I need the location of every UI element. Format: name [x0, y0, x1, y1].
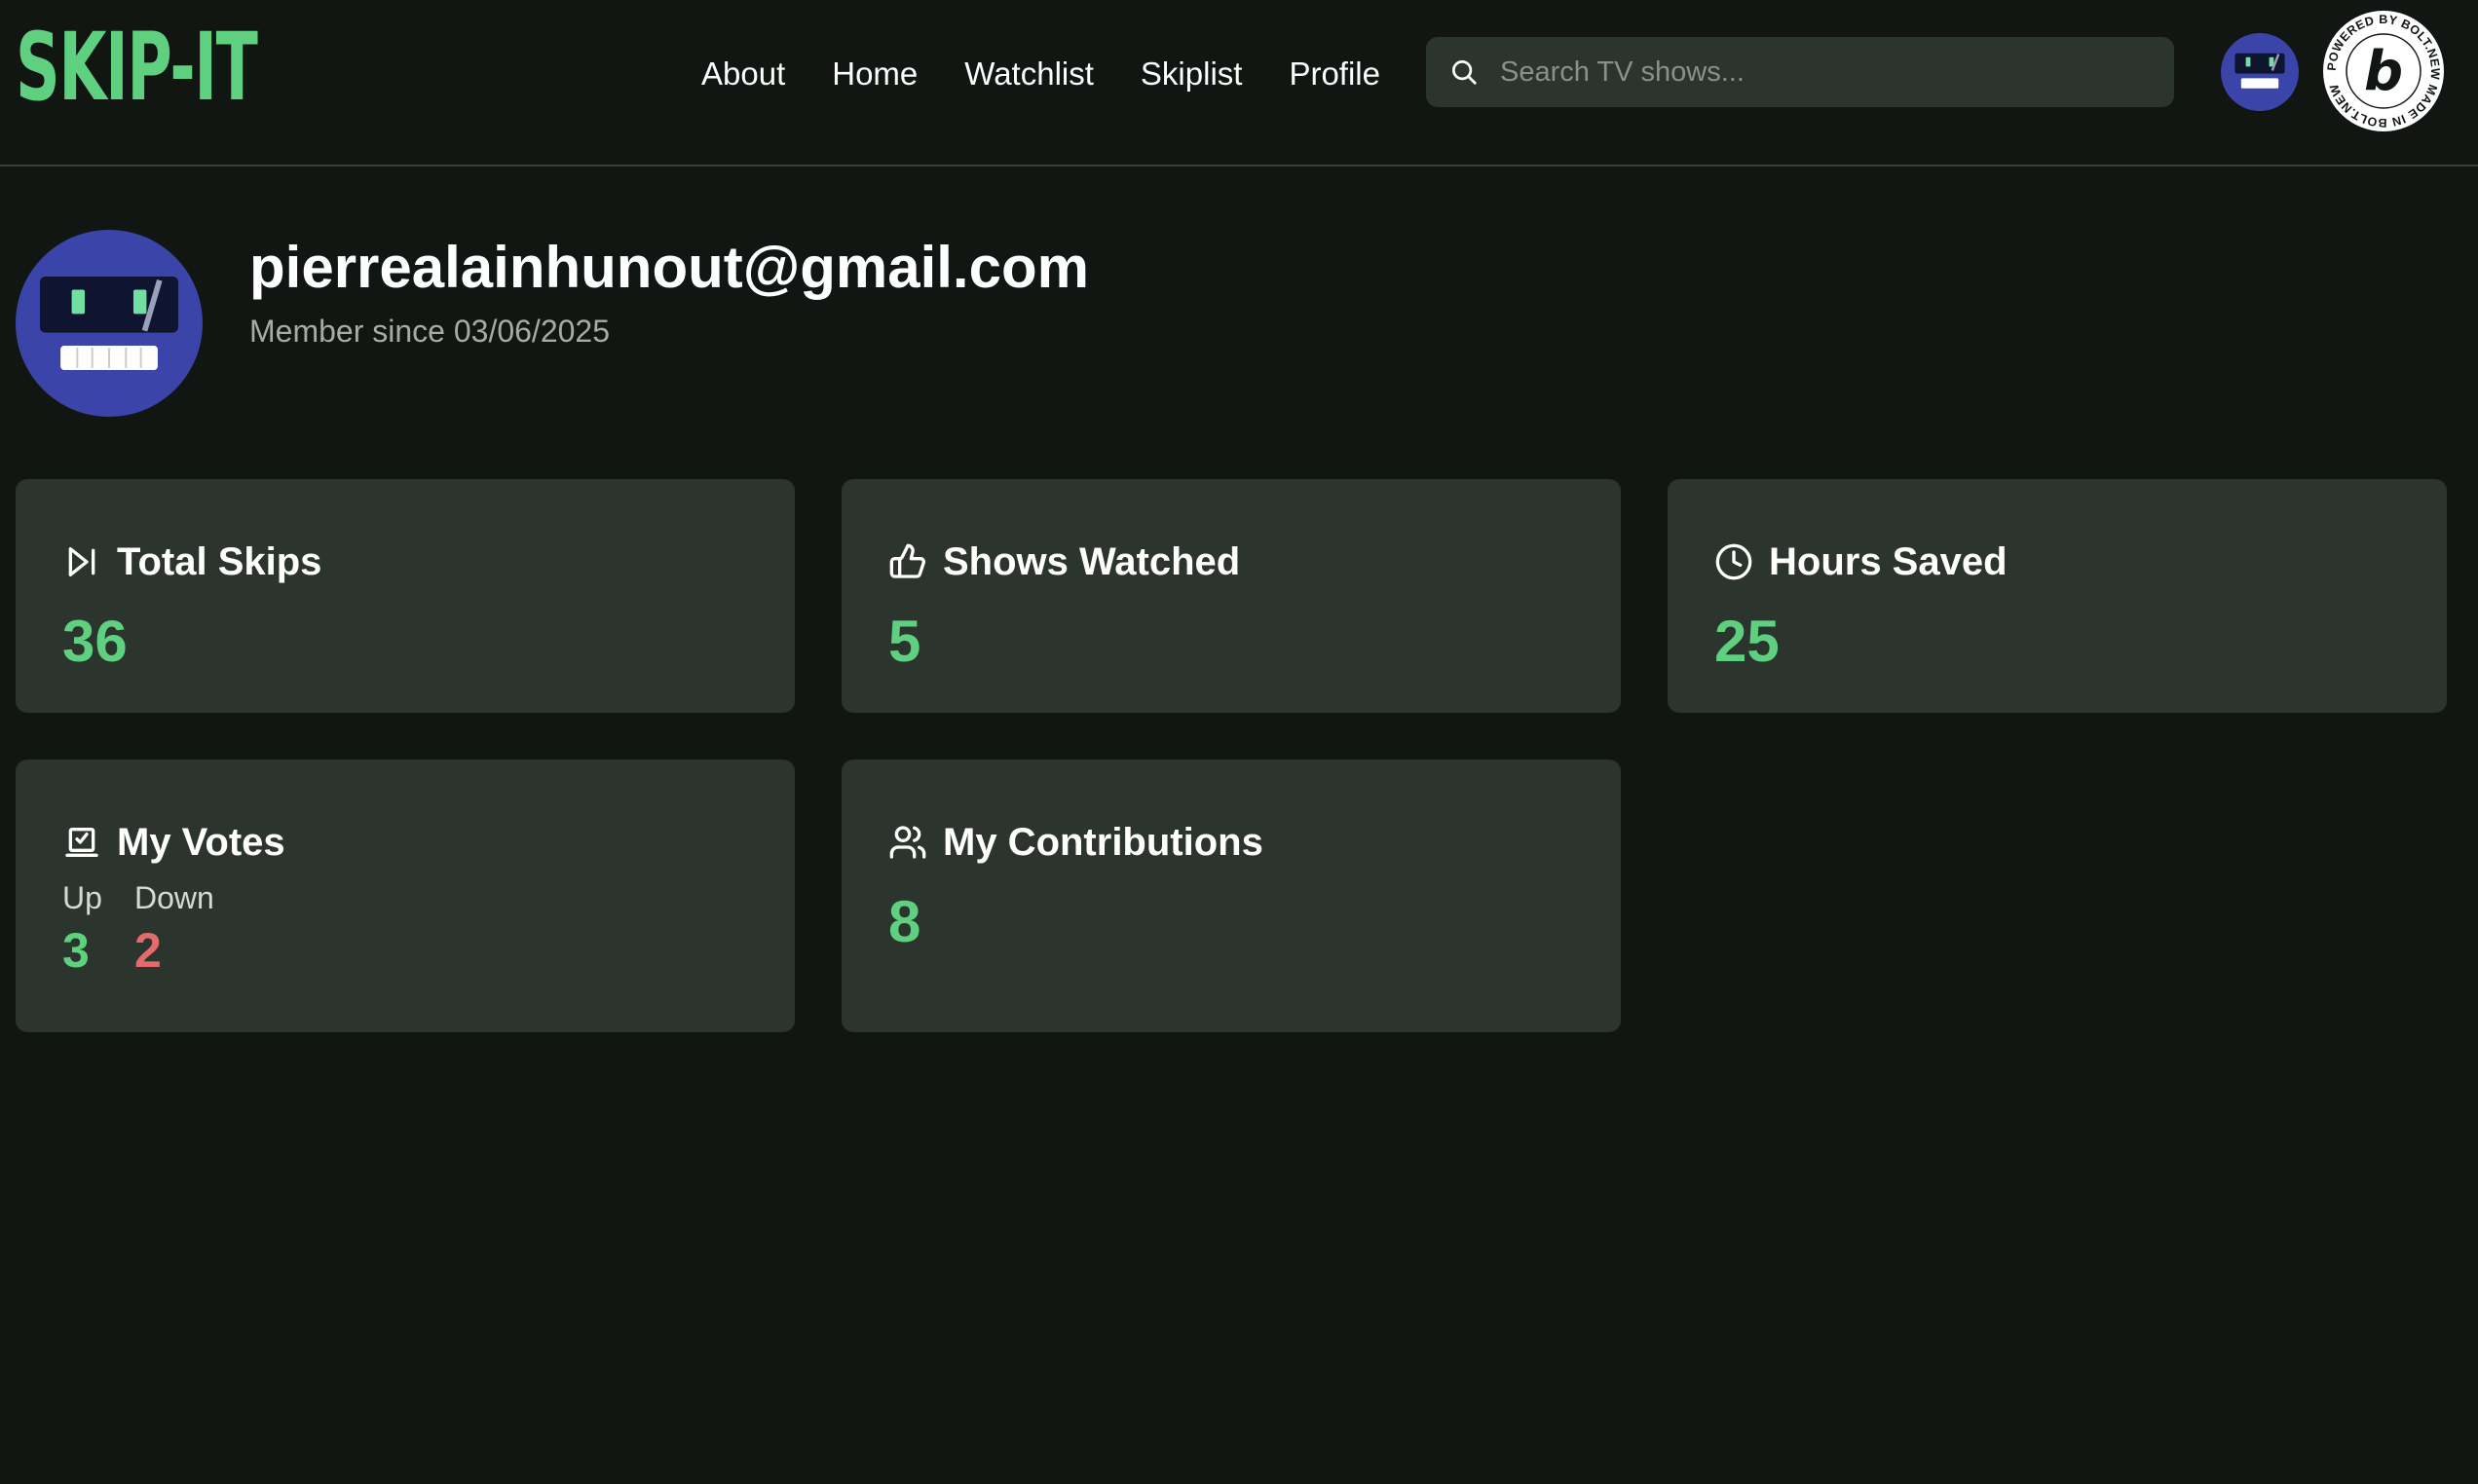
search-icon: [1452, 60, 1477, 85]
logo[interactable]: SKIP-IT: [16, 14, 258, 121]
nav-about[interactable]: About: [701, 49, 785, 99]
profile-avatar: [16, 230, 203, 417]
card-title: Total Skips: [117, 540, 322, 583]
card-title: My Votes: [117, 821, 285, 864]
my-contributions-value: 8: [888, 889, 921, 954]
total-skips-card: Total Skips 36: [16, 479, 795, 713]
votes-down-value: 2: [134, 923, 162, 978]
shows-watched-card: Shows Watched 5: [842, 479, 1621, 713]
card-title: Hours Saved: [1769, 540, 2008, 583]
votes-down-label: Down: [134, 880, 214, 915]
total-skips-value: 36: [62, 609, 128, 674]
badge-letter: b: [2364, 40, 2403, 103]
skip-forward-icon: [68, 547, 95, 576]
nav-profile[interactable]: Profile: [1289, 49, 1380, 99]
card-title: Shows Watched: [943, 540, 1241, 583]
users-icon: [889, 826, 926, 859]
thumbs-up-icon: [889, 543, 925, 578]
shows-watched-value: 5: [888, 609, 921, 674]
main-nav: About Home Watchlist Skiplist Profile: [701, 49, 1427, 99]
clock-icon: [1715, 543, 1752, 580]
search-bar: [1426, 37, 2174, 107]
ballot-box-icon: [65, 828, 98, 857]
votes-up-value: 3: [62, 923, 90, 978]
search-input[interactable]: [1500, 37, 2153, 107]
nav-skiplist[interactable]: Skiplist: [1141, 49, 1243, 99]
user-avatar-button[interactable]: [2221, 33, 2299, 111]
card-title: My Contributions: [943, 821, 1263, 864]
my-votes-card: My Votes Up Down 3 2: [16, 760, 795, 1032]
nav-home[interactable]: Home: [832, 49, 918, 99]
my-contributions-card: My Contributions 8: [842, 760, 1621, 1032]
hours-saved-card: Hours Saved 25: [1668, 479, 2447, 713]
votes-up-label: Up: [62, 880, 102, 915]
member-since: Member since 03/06/2025: [249, 314, 610, 349]
profile-email: pierrealainhunout@gmail.com: [249, 235, 1089, 300]
nav-watchlist[interactable]: Watchlist: [964, 49, 1094, 99]
top-navbar: SKIP-IT About Home Watchlist Skiplist Pr…: [0, 0, 2478, 167]
bolt-badge[interactable]: POWERED BY BOLT.NEW MADE IN BOLT.NEW b: [2320, 8, 2447, 134]
hours-saved-value: 25: [1714, 609, 1780, 674]
